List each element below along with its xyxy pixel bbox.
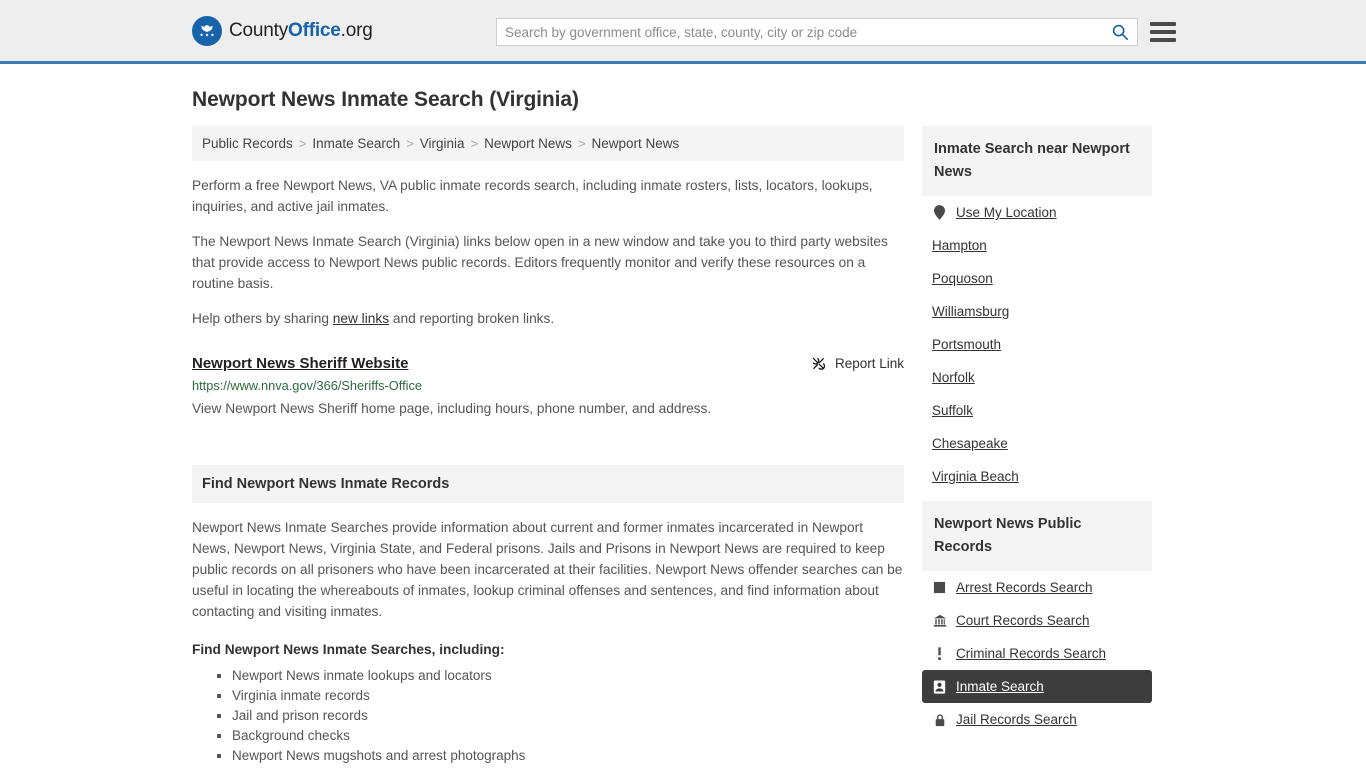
sidebar-item-poquoson[interactable]: Poquoson	[922, 262, 1152, 295]
list-item: Virginia inmate records	[232, 686, 904, 706]
fingerprint-icon	[932, 581, 947, 594]
report-link-label: Report Link	[834, 356, 904, 371]
sidebar-item-court-records[interactable]: Court Records Search	[922, 604, 1152, 637]
sidebar-item-label: Poquoson	[932, 271, 993, 286]
sidebar-item-label: Norfolk	[932, 370, 975, 385]
search-bar[interactable]	[496, 18, 1138, 46]
link-result: Newport News Sheriff Website Report Link…	[192, 355, 904, 419]
hamburger-menu-icon[interactable]	[1150, 20, 1176, 44]
breadcrumb-separator: >	[470, 136, 479, 151]
page-title: Newport News Inmate Search (Virginia)	[192, 88, 579, 111]
sheriff-website-link[interactable]: Newport News Sheriff Website	[192, 355, 408, 372]
logo-wordmark: CountyOffice.org	[229, 20, 373, 42]
sidebar-item-jail-records[interactable]: Jail Records Search	[922, 703, 1152, 736]
nearby-list: Use My Location Hampton Poquoson William…	[922, 196, 1152, 493]
sidebar-item-suffolk[interactable]: Suffolk	[922, 394, 1152, 427]
hamburger-bar	[1150, 38, 1176, 42]
new-links-link[interactable]: new links	[333, 311, 389, 326]
result-url: https://www.nnva.gov/366/Sheriffs-Office	[192, 378, 422, 393]
sidebar: Inmate Search near Newport News Use My L…	[922, 126, 1152, 744]
breadcrumb-separator: >	[406, 136, 414, 151]
intro-paragraph-3: Help others by sharing new links and rep…	[192, 308, 904, 329]
page-container: Newport News Inmate Search (Virginia) Pu…	[0, 88, 1366, 768]
sidebar-item-label: Inmate Search	[956, 679, 1044, 694]
hamburger-bar	[1150, 30, 1176, 34]
sidebar-item-label: Suffolk	[932, 403, 974, 418]
breadcrumb: Public Records > Inmate Search > Virgini…	[192, 126, 904, 161]
public-records-heading: Newport News Public Records	[922, 501, 1152, 571]
sidebar-item-portsmouth[interactable]: Portsmouth	[922, 328, 1152, 361]
logo-text-office: Office	[288, 19, 341, 41]
list-item: Newport News inmate lookups and locators	[232, 666, 904, 686]
logo-text-county: County	[229, 19, 289, 41]
sidebar-item-label: Hampton	[932, 238, 987, 253]
link-result-header: Newport News Sheriff Website Report Link	[192, 355, 904, 372]
search-button[interactable]	[1103, 19, 1137, 45]
sidebar-item-label: Arrest Records Search	[956, 580, 1093, 595]
sidebar-item-label: Virginia Beach	[932, 469, 1019, 484]
list-item: Jail and prison records	[232, 706, 904, 726]
search-icon	[1112, 24, 1129, 41]
section-heading: Find Newport News Inmate Records	[192, 465, 904, 503]
sidebar-item-criminal-records[interactable]: Criminal Records Search	[922, 637, 1152, 670]
breadcrumb-item-3[interactable]: Newport News	[484, 136, 572, 151]
list-heading: Find Newport News Inmate Searches, inclu…	[192, 642, 505, 657]
result-description: View Newport News Sheriff home page, inc…	[192, 401, 712, 416]
sidebar-item-williamsburg[interactable]: Williamsburg	[922, 295, 1152, 328]
breadcrumb-item-0[interactable]: Public Records	[202, 136, 293, 151]
sidebar-item-label: Court Records Search	[956, 613, 1090, 628]
sidebar-item-virginia-beach[interactable]: Virginia Beach	[922, 460, 1152, 493]
hamburger-bar	[1150, 22, 1176, 26]
intro-paragraph-1: Perform a free Newport News, VA public i…	[192, 178, 873, 214]
breadcrumb-separator: >	[298, 136, 307, 151]
inmate-search-list: Newport News inmate lookups and locators…	[192, 666, 904, 768]
breadcrumb-item-4[interactable]: Newport News	[592, 136, 680, 151]
id-card-icon	[932, 679, 947, 694]
sidebar-item-hampton[interactable]: Hampton	[922, 229, 1152, 262]
site-logo[interactable]: CountyOffice.org	[192, 15, 373, 46]
list-item: Newport News mugshots and arrest photogr…	[232, 746, 904, 766]
lock-icon	[932, 713, 947, 727]
content-columns: Public Records > Inmate Search > Virgini…	[192, 126, 1174, 768]
sidebar-item-arrest-records[interactable]: Arrest Records Search	[922, 571, 1152, 604]
breadcrumb-item-2[interactable]: Virginia	[420, 136, 465, 151]
location-pin-icon	[932, 205, 947, 220]
breadcrumb-item-1[interactable]: Inmate Search	[312, 136, 400, 151]
sidebar-item-norfolk[interactable]: Norfolk	[922, 361, 1152, 394]
sidebar-item-label: Portsmouth	[932, 337, 1002, 352]
share-text-after: and reporting broken links.	[389, 311, 555, 326]
breadcrumb-separator: >	[577, 136, 586, 151]
courthouse-icon	[932, 614, 947, 628]
main-content: Public Records > Inmate Search > Virgini…	[192, 126, 904, 768]
public-records-box: Newport News Public Records Arrest Recor…	[922, 501, 1152, 736]
site-header: CountyOffice.org	[0, 0, 1366, 64]
sidebar-item-inmate-search[interactable]: Inmate Search	[922, 670, 1152, 703]
sidebar-item-label: Jail Records Search	[956, 712, 1077, 727]
sidebar-item-label: Criminal Records Search	[956, 646, 1107, 661]
sidebar-item-label: Chesapeake	[932, 436, 1008, 451]
sidebar-item-chesapeake[interactable]: Chesapeake	[922, 427, 1152, 460]
logo-text-org: .org	[340, 19, 373, 41]
search-input[interactable]	[497, 19, 1103, 45]
report-link-button[interactable]: Report Link	[810, 355, 904, 372]
nearby-heading: Inmate Search near Newport News	[922, 126, 1152, 196]
intro-paragraph-2: The Newport News Inmate Search (Virginia…	[192, 234, 888, 291]
section-body: Newport News Inmate Searches provide inf…	[192, 520, 903, 619]
eagle-seal-icon	[192, 15, 222, 46]
nearby-searches-box: Inmate Search near Newport News Use My L…	[922, 126, 1152, 493]
sidebar-item-label: Williamsburg	[932, 304, 1010, 319]
public-records-list: Arrest Records Search Court Records Sear…	[922, 571, 1152, 736]
share-text-before: Help others by sharing	[192, 311, 333, 326]
list-item: Background checks	[232, 726, 904, 746]
sidebar-item-use-my-location[interactable]: Use My Location	[922, 196, 1152, 229]
broken-link-icon	[812, 357, 826, 370]
exclamation-icon	[932, 646, 947, 661]
sidebar-item-label: Use My Location	[956, 205, 1057, 220]
